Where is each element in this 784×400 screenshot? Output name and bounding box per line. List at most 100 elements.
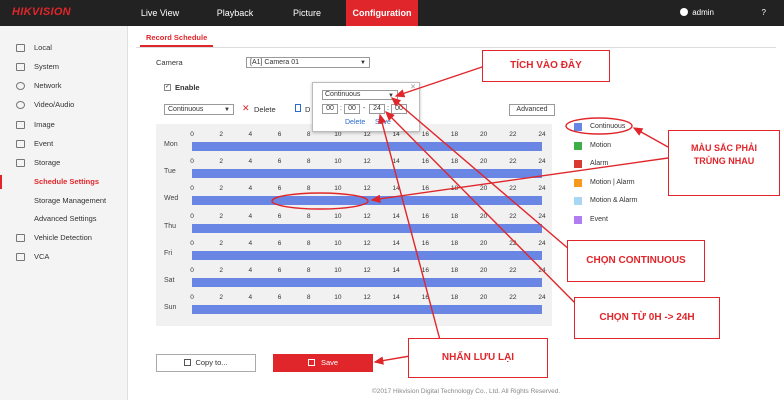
hour-tick-label: 2	[219, 158, 223, 166]
sidebar-item-storage-management[interactable]: Storage Management	[0, 193, 128, 209]
schedule-bar[interactable]	[192, 278, 542, 287]
sidebar: Local System Network Video/Audio Image E…	[0, 26, 128, 400]
callout-line: MÀU SẮC PHẢI	[690, 143, 757, 153]
hour-tick-label: 10	[334, 294, 342, 302]
calendar-icon	[16, 140, 25, 148]
sidebar-item-label: VCA	[34, 252, 50, 261]
hour-tick-label: 24	[538, 158, 546, 166]
delete-button[interactable]: Delete	[254, 105, 276, 114]
save-button[interactable]: Save	[273, 354, 373, 372]
tab-divider	[136, 47, 776, 48]
storage-icon	[16, 159, 25, 167]
legend-label: Alarm	[590, 160, 609, 167]
sidebar-item-vehicle-detection[interactable]: Vehicle Detection	[0, 230, 128, 246]
popup-type-select[interactable]: Continuous ▼	[322, 90, 398, 100]
hour-tick-label: 0	[190, 267, 194, 274]
day-timeline-track[interactable]	[192, 223, 542, 233]
hour-tick-label: 4	[248, 239, 253, 247]
sidebar-item-schedule-settings[interactable]: Schedule Settings	[0, 174, 128, 190]
tab-configuration[interactable]: Configuration	[346, 0, 418, 26]
video-icon	[16, 101, 25, 109]
day-timeline-track[interactable]	[192, 305, 542, 315]
schedule-bar[interactable]	[192, 142, 542, 151]
hour-tick-label: 18	[450, 267, 459, 274]
trash-icon[interactable]	[295, 104, 301, 112]
tab-picture[interactable]: Picture	[284, 0, 330, 26]
hour-tick-label: 2	[219, 131, 223, 138]
hour-tick-label: 14	[392, 212, 400, 220]
callout-press-save: NHẤN LƯU LẠI	[408, 338, 548, 378]
hour-tick-label: 24	[538, 212, 546, 220]
hour-tick-label: 0	[190, 131, 194, 138]
enable-checkbox[interactable]: ✓	[164, 84, 171, 91]
user-menu[interactable]: admin	[680, 8, 714, 17]
delete-icon[interactable]: ✕	[242, 103, 250, 114]
copy-to-button[interactable]: Copy to...	[156, 354, 256, 372]
record-type-select[interactable]: Continuous ▼	[164, 104, 234, 115]
sidebar-item-label: Event	[34, 139, 54, 148]
hour-tick-label: 20	[480, 185, 488, 193]
user-name: admin	[692, 8, 714, 17]
sidebar-item-label: Storage Management	[34, 196, 107, 205]
hour-tick-label: 6	[277, 239, 282, 247]
hour-tick-label: 0	[190, 158, 194, 166]
hour-tick-label: 22	[509, 131, 517, 138]
hour-tick-label: 4	[248, 185, 253, 193]
sidebar-item-label: Vehicle Detection	[34, 233, 92, 242]
hour-tick-label: 22	[509, 185, 517, 193]
schedule-bar[interactable]	[192, 223, 542, 233]
sidebar-item-vca[interactable]: VCA	[0, 249, 128, 265]
sidebar-item-image[interactable]: Image	[0, 117, 128, 133]
popup-delete-link[interactable]: Delete	[345, 119, 365, 126]
chevron-down-icon: ▼	[224, 107, 230, 113]
end-minute-input[interactable]: 00	[391, 104, 407, 114]
day-label: Thu	[164, 222, 177, 230]
sidebar-item-label: System	[34, 62, 60, 71]
user-icon	[680, 8, 689, 16]
popup-save-link[interactable]: Save	[375, 119, 391, 126]
hour-tick-label: 16	[421, 239, 429, 247]
vca-icon	[16, 253, 25, 261]
schedule-bar[interactable]	[192, 250, 542, 260]
help-icon[interactable]: ?	[762, 8, 766, 17]
camera-select[interactable]: [A1] Camera 01 ▼	[246, 57, 370, 68]
day-timeline-track[interactable]	[192, 169, 542, 179]
close-icon[interactable]: ✕	[410, 83, 416, 91]
day-timeline-track[interactable]	[192, 250, 542, 260]
day-label: Wed	[164, 195, 179, 203]
schedule-bar[interactable]	[192, 196, 542, 206]
schedule-bar[interactable]	[192, 305, 542, 315]
tab-record-schedule[interactable]: Record Schedule	[140, 33, 214, 47]
day-label: Sun	[164, 304, 177, 312]
hour-tick-label: 0	[190, 185, 194, 193]
sidebar-item-local[interactable]: Local	[0, 40, 128, 56]
camera-select-value: [A1] Camera 01	[250, 59, 300, 66]
callout-colors-match: MÀU SẮC PHẢI TRÙNG NHAU	[668, 130, 780, 196]
tab-playback[interactable]: Playback	[210, 0, 260, 26]
sidebar-item-event[interactable]: Event	[0, 136, 128, 152]
day-timeline-track[interactable]	[192, 142, 542, 151]
sidebar-item-advanced-settings[interactable]: Advanced Settings	[0, 211, 128, 227]
arrow-save-btn	[373, 355, 411, 365]
tab-live-view[interactable]: Live View	[135, 0, 185, 26]
sidebar-item-video-audio[interactable]: Video/Audio	[0, 97, 128, 113]
legend-label: Event	[590, 215, 608, 223]
hour-tick-label: 14	[392, 185, 400, 193]
hour-tick-label: 20	[480, 294, 488, 302]
sidebar-item-system[interactable]: System	[0, 59, 128, 75]
hour-tick-label: 22	[509, 239, 517, 247]
advanced-button[interactable]: Advanced	[509, 104, 555, 116]
hour-tick-label: 2	[219, 239, 223, 247]
end-hour-input[interactable]: 24	[369, 104, 385, 114]
start-minute-input[interactable]: 00	[344, 104, 360, 114]
start-hour-input[interactable]: 00	[322, 104, 338, 114]
sidebar-item-storage[interactable]: Storage	[0, 155, 128, 171]
day-timeline-track[interactable]	[192, 278, 542, 287]
day-timeline-track[interactable]	[192, 196, 542, 206]
schedule-bar[interactable]	[192, 169, 542, 179]
hour-tick-label: 16	[421, 131, 429, 138]
sidebar-item-label: Schedule Settings	[34, 177, 100, 186]
delete-all-button[interactable]: D	[305, 105, 310, 114]
legend-label: Motion | Alarm	[590, 178, 635, 186]
sidebar-item-network[interactable]: Network	[0, 78, 128, 94]
